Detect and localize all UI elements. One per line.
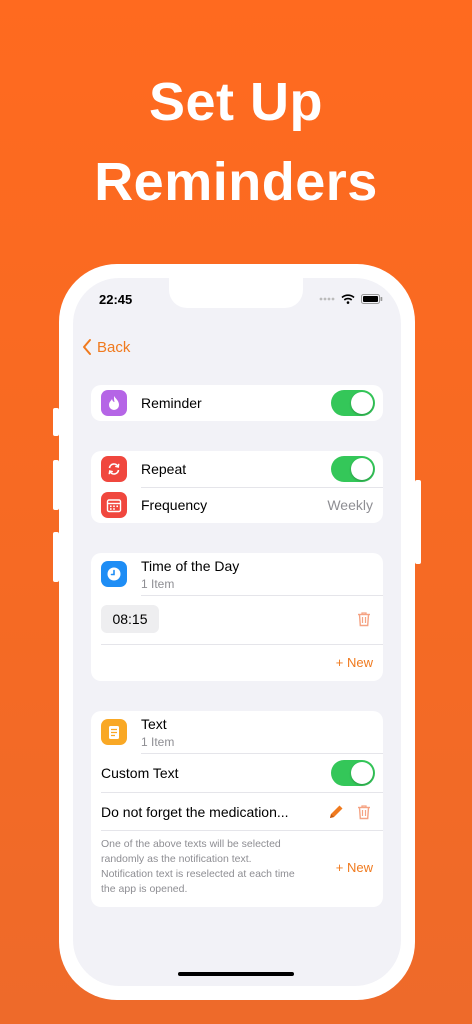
headline-line-1: Set Up bbox=[148, 72, 324, 132]
wifi-icon bbox=[341, 294, 355, 304]
new-text-button[interactable]: + New bbox=[336, 860, 373, 875]
new-time-button[interactable]: + New bbox=[336, 655, 373, 670]
text-card: Text 1 Item Custom Text Do not forget th… bbox=[91, 711, 383, 907]
trash-icon[interactable] bbox=[357, 611, 371, 627]
text-section-title: Text bbox=[141, 716, 167, 732]
repeat-row: Repeat bbox=[91, 451, 383, 487]
divider bbox=[141, 595, 383, 596]
text-section-count: 1 Item bbox=[141, 735, 175, 749]
clock-icon bbox=[101, 561, 127, 587]
time-chip[interactable]: 08:15 bbox=[101, 605, 159, 633]
signal-icon bbox=[319, 297, 335, 301]
frequency-value: Weekly bbox=[327, 497, 373, 513]
battery-icon bbox=[361, 294, 383, 304]
phone-power-button bbox=[415, 480, 421, 564]
headline: Set Up Reminders bbox=[0, 62, 472, 222]
time-card: Time of the Day 1 Item 08:15 + New bbox=[91, 553, 383, 681]
frequency-label: Frequency bbox=[141, 497, 208, 513]
divider bbox=[101, 644, 383, 645]
phone-volume-down-button bbox=[53, 532, 59, 582]
reminder-toggle[interactable] bbox=[331, 390, 375, 416]
divider bbox=[141, 753, 383, 754]
phone-silent-switch bbox=[53, 408, 59, 436]
frequency-row[interactable]: Frequency Weekly bbox=[91, 487, 383, 523]
flame-icon bbox=[101, 390, 127, 416]
text-section-note: One of the above texts will be selected … bbox=[101, 838, 295, 895]
phone-volume-up-button bbox=[53, 460, 59, 510]
repeat-card: Repeat Frequency Weekly bbox=[91, 451, 383, 523]
home-indicator bbox=[178, 972, 294, 976]
custom-text-row: Custom Text bbox=[91, 755, 383, 791]
back-button[interactable]: Back bbox=[81, 338, 130, 356]
phone-notch bbox=[169, 278, 303, 308]
custom-text-toggle[interactable] bbox=[331, 760, 375, 786]
pencil-icon[interactable] bbox=[327, 803, 345, 821]
repeat-label: Repeat bbox=[141, 461, 187, 477]
time-section-count: 1 Item bbox=[141, 577, 175, 591]
repeat-icon bbox=[101, 456, 127, 482]
reminder-card: Reminder bbox=[91, 385, 383, 421]
chevron-left-icon bbox=[83, 339, 91, 355]
status-icons bbox=[319, 294, 383, 304]
trash-icon[interactable] bbox=[357, 804, 371, 820]
text-item-row: Do not forget the medication... bbox=[91, 794, 383, 830]
note-icon bbox=[101, 719, 127, 745]
phone-frame: 22:45 Back Reminder Repeat Frequency Wee… bbox=[53, 264, 421, 1000]
calendar-icon bbox=[101, 492, 127, 518]
custom-text-label: Custom Text bbox=[101, 765, 179, 781]
reminder-row: Reminder bbox=[91, 385, 383, 421]
repeat-toggle[interactable] bbox=[331, 456, 375, 482]
divider bbox=[101, 792, 383, 793]
reminder-label: Reminder bbox=[141, 395, 202, 411]
phone-screen: 22:45 Back Reminder Repeat Frequency Wee… bbox=[73, 278, 401, 986]
divider bbox=[101, 830, 383, 831]
status-time: 22:45 bbox=[99, 292, 133, 307]
text-item-label[interactable]: Do not forget the medication... bbox=[101, 804, 289, 820]
back-label: Back bbox=[97, 338, 131, 356]
time-section-title: Time of the Day bbox=[141, 558, 240, 574]
time-item-row: 08:15 bbox=[91, 601, 383, 637]
headline-line-2: Reminders bbox=[94, 152, 378, 212]
